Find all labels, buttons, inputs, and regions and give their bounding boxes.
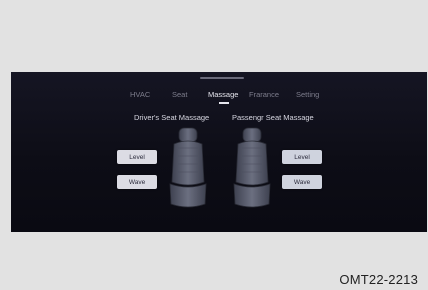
driver-seat-title: Driver's Seat Massage xyxy=(134,113,210,122)
driver-wave-button[interactable]: Wave xyxy=(117,175,157,189)
tab-massage[interactable]: Massage xyxy=(208,90,238,99)
figure-caption: OMT22-2213 xyxy=(339,272,418,287)
infotainment-screen: HVAC Seat Massage Frarance Setting Drive… xyxy=(11,72,427,232)
driver-seat-icon xyxy=(169,127,207,208)
passenger-seat-icon xyxy=(233,127,271,208)
tab-hvac[interactable]: HVAC xyxy=(130,90,150,99)
tab-seat[interactable]: Seat xyxy=(172,90,187,99)
passenger-seat-title: Passengr Seat Massage xyxy=(232,113,314,122)
tab-bar: HVAC Seat Massage Frarance Setting xyxy=(11,90,427,110)
passenger-level-button[interactable]: Level xyxy=(282,150,322,164)
tab-fragrance[interactable]: Frarance xyxy=(249,90,279,99)
passenger-wave-button[interactable]: Wave xyxy=(282,175,322,189)
active-tab-indicator xyxy=(219,102,229,104)
driver-level-button[interactable]: Level xyxy=(117,150,157,164)
figure-frame: HVAC Seat Massage Frarance Setting Drive… xyxy=(0,0,428,290)
tab-setting[interactable]: Setting xyxy=(296,90,319,99)
drag-handle[interactable] xyxy=(200,77,244,79)
